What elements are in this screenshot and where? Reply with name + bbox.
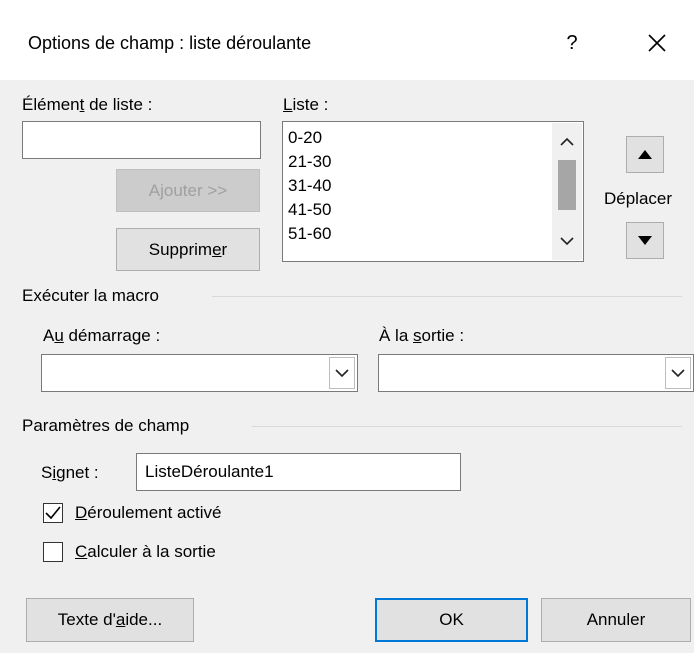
chevron-down-icon (335, 369, 349, 377)
entry-macro-label: Au démarrage : (43, 326, 161, 345)
exit-macro-select[interactable] (378, 354, 694, 392)
help-text-button[interactable]: Texte d' a ide... (26, 598, 194, 642)
scroll-up-icon[interactable] (560, 137, 574, 147)
list-item-label: Élément de liste : (22, 95, 153, 114)
help-button[interactable]: ? (558, 26, 586, 60)
exit-macro-dropdown[interactable] (665, 357, 691, 389)
list-item[interactable]: 41-50 (288, 198, 331, 222)
triangle-down-icon (638, 236, 652, 245)
list-label: Liste : (283, 95, 329, 114)
exit-macro-label: À la sortie : (379, 326, 465, 345)
dropdown-enabled-checkbox[interactable] (43, 503, 63, 523)
group-divider (212, 296, 682, 297)
ok-button[interactable]: OK (375, 598, 528, 642)
close-button[interactable] (640, 26, 674, 60)
title-bar: Options de champ : liste déroulante ? (0, 0, 694, 80)
bookmark-label: Signet : (41, 463, 99, 482)
calc-on-exit-label[interactable]: Calculer à la sortie (75, 542, 216, 562)
list-item[interactable]: 21-30 (288, 150, 331, 174)
run-macro-heading: Exécuter la macro (22, 286, 159, 305)
bookmark-input[interactable]: ListeDéroulante1 (136, 453, 461, 491)
list-scrollbar[interactable] (552, 123, 582, 260)
scroll-down-icon[interactable] (560, 236, 574, 246)
list-box[interactable]: 0-20 21-30 31-40 41-50 51-60 (282, 121, 584, 262)
move-up-button[interactable] (626, 136, 664, 173)
checkmark-icon (45, 506, 61, 520)
entry-macro-select[interactable] (41, 354, 358, 392)
chevron-down-icon (671, 369, 685, 377)
cancel-button[interactable]: Annuler (541, 598, 691, 642)
dropdown-enabled-label[interactable]: Déroulement activé (75, 503, 221, 523)
close-icon (648, 34, 666, 52)
entry-macro-dropdown[interactable] (329, 357, 355, 389)
triangle-up-icon (638, 150, 652, 159)
scroll-thumb[interactable] (558, 160, 576, 210)
field-options-dialog: Options de champ : liste déroulante ? Él… (0, 0, 694, 653)
list-item-input[interactable] (22, 121, 261, 159)
dialog-title: Options de champ : liste déroulante (28, 33, 312, 53)
list-item[interactable]: 31-40 (288, 174, 331, 198)
calc-on-exit-checkbox[interactable] (43, 542, 63, 562)
group-divider (252, 426, 682, 427)
move-label: Déplacer (604, 189, 673, 208)
list-item[interactable]: 51-60 (288, 222, 331, 246)
field-settings-heading: Paramètres de champ (22, 416, 190, 435)
list-item[interactable]: 0-20 (288, 126, 322, 150)
add-button[interactable]: Ajouter >> (116, 169, 260, 212)
move-down-button[interactable] (626, 222, 664, 259)
remove-button[interactable]: Supprim e r (116, 228, 260, 271)
